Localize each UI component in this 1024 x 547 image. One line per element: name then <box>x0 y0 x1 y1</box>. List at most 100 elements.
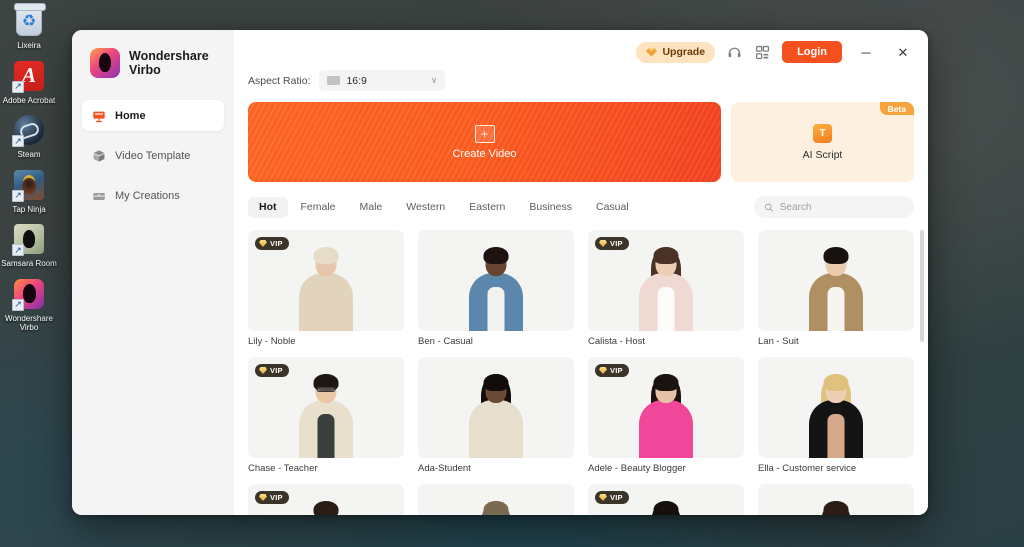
desktop-icon-steam[interactable]: ↗ Steam <box>1 113 57 160</box>
sidebar-item-label: Home <box>115 109 146 122</box>
sidebar: Wondershare Virbo Home Video Template My… <box>72 30 234 515</box>
vip-badge: VIP <box>255 491 289 504</box>
avatar-card[interactable] <box>418 484 574 515</box>
avatar-card[interactable]: VIP Calista - Host <box>588 230 744 347</box>
desktop-icon-label: Wondershare Virbo <box>5 313 53 333</box>
filter-tab-male[interactable]: Male <box>349 197 394 218</box>
desktop-icon-adobe-acrobat[interactable]: A ↗ Adobe Acrobat <box>1 59 57 106</box>
avatar-scrollbar-thumb[interactable] <box>920 230 924 342</box>
chevron-down-icon: ∨ <box>430 75 438 85</box>
vip-diamond-icon <box>259 240 267 247</box>
steam-icon: ↗ <box>12 113 46 147</box>
avatar-thumbnail[interactable] <box>418 230 574 331</box>
avatar-scrollbar[interactable] <box>920 230 924 515</box>
avatar-card[interactable]: VIP Lily - Noble <box>248 230 404 347</box>
avatar-thumbnail[interactable]: VIP <box>588 230 744 331</box>
avatar-figure-icon <box>294 499 358 515</box>
desktop-icon-lixeira[interactable]: Lixeira <box>1 3 57 51</box>
brand-name-line2: Virbo <box>129 63 161 77</box>
desktop-icon-tap-ninja[interactable]: ↗ Tap Ninja <box>1 168 57 215</box>
avatar-figure-icon <box>634 372 698 458</box>
avatar-figure-icon <box>634 499 698 515</box>
sidebar-item-my-creations[interactable]: My Creations <box>82 180 224 211</box>
avatar-card[interactable]: VIP Chase - Teacher <box>248 357 404 474</box>
filter-tab-business[interactable]: Business <box>518 197 583 218</box>
ai-script-button[interactable]: Beta T AI Script <box>731 102 914 182</box>
avatar-card[interactable]: Ben - Casual <box>418 230 574 347</box>
avatar-figure-icon <box>804 499 868 515</box>
virbo-app-window: Wondershare Virbo Home Video Template My… <box>72 30 928 515</box>
qr-grid-icon[interactable] <box>754 44 771 61</box>
shortcut-arrow-icon: ↗ <box>12 244 24 256</box>
samsara-room-icon: ↗ <box>12 222 46 256</box>
vip-badge: VIP <box>595 237 629 250</box>
avatar-grid: VIP Lily - Noble Ben - Casual VIP Calista - … <box>248 230 914 515</box>
main-content: Upgrade Login ─ ✕ Aspect Ratio: 16:9 ∨ +… <box>234 30 928 515</box>
filter-tab-casual[interactable]: Casual <box>585 197 640 218</box>
my-creations-icon <box>93 192 105 200</box>
vip-label: VIP <box>270 366 283 375</box>
avatar-thumbnail[interactable]: VIP <box>588 357 744 458</box>
create-video-button[interactable]: + Create Video <box>248 102 721 182</box>
filter-tab-western[interactable]: Western <box>395 197 456 218</box>
adobe-acrobat-icon: A ↗ <box>12 59 46 93</box>
home-icon <box>93 111 105 122</box>
desktop-icon-label: Tap Ninja <box>12 204 46 214</box>
desktop-icon-samsara-room[interactable]: ↗ Samsara Room <box>1 222 57 269</box>
vip-label: VIP <box>270 239 283 248</box>
desktop-icon-wondershare-virbo[interactable]: ↗ Wondershare Virbo <box>1 277 57 333</box>
avatar-label: Lan - Suit <box>758 336 799 347</box>
avatar-thumbnail[interactable]: VIP <box>248 484 404 515</box>
avatar-thumbnail[interactable]: VIP <box>248 230 404 331</box>
desktop-icon-label: Adobe Acrobat <box>2 95 56 105</box>
vip-badge: VIP <box>255 364 289 377</box>
aspect-ratio-select[interactable]: 16:9 ∨ <box>319 70 446 91</box>
filter-tab-female[interactable]: Female <box>290 197 347 218</box>
avatar-label: Chase - Teacher <box>248 463 318 474</box>
avatar-thumbnail[interactable] <box>418 484 574 515</box>
vip-diamond-icon <box>259 494 267 501</box>
login-button[interactable]: Login <box>782 41 842 63</box>
vip-badge: VIP <box>595 491 629 504</box>
avatar-thumbnail[interactable]: VIP <box>588 484 744 515</box>
avatar-gallery: VIP Lily - Noble Ben - Casual VIP Calista - … <box>234 218 928 515</box>
avatar-card[interactable]: VIP Adele - Beauty Blogger <box>588 357 744 474</box>
avatar-card[interactable]: Ella - Customer service <box>758 357 914 474</box>
avatar-thumbnail[interactable] <box>418 357 574 458</box>
search-input[interactable] <box>779 201 904 213</box>
text-icon: T <box>813 123 832 143</box>
shortcut-arrow-icon: ↗ <box>12 80 24 93</box>
vip-diamond-icon <box>259 367 267 374</box>
avatar-thumbnail[interactable]: VIP <box>248 357 404 458</box>
create-video-label: Create Video <box>452 147 517 160</box>
vip-label: VIP <box>270 493 283 502</box>
filter-tab-hot[interactable]: Hot <box>248 196 288 218</box>
avatar-card[interactable]: Ada-Student <box>418 357 574 474</box>
vip-diamond-icon <box>599 367 607 374</box>
filter-tab-eastern[interactable]: Eastern <box>458 197 516 218</box>
upgrade-label: Upgrade <box>662 46 706 58</box>
aspect-ratio-label: Aspect Ratio: <box>248 74 311 87</box>
sidebar-item-video-template[interactable]: Video Template <box>82 140 224 171</box>
search-box[interactable] <box>754 196 914 218</box>
sidebar-item-home[interactable]: Home <box>82 100 224 131</box>
headset-icon[interactable] <box>726 44 743 61</box>
minimize-button[interactable]: ─ <box>853 39 879 65</box>
aspect-ratio-shape-icon <box>327 76 341 85</box>
avatar-figure-icon <box>294 372 358 458</box>
ai-script-label: AI Script <box>802 148 843 161</box>
avatar-thumbnail[interactable] <box>758 230 914 331</box>
close-button[interactable]: ✕ <box>890 39 916 65</box>
avatar-thumbnail[interactable] <box>758 484 914 515</box>
vip-label: VIP <box>610 493 623 502</box>
avatar-card[interactable]: VIP <box>588 484 744 515</box>
avatar-card[interactable]: Lan - Suit <box>758 230 914 347</box>
upgrade-button[interactable]: Upgrade <box>636 41 716 63</box>
recycle-bin-icon <box>12 3 46 38</box>
desktop-icon-list: Lixeira A ↗ Adobe Acrobat ↗ Steam ↗ Tap … <box>0 3 58 333</box>
avatar-figure-icon <box>634 245 698 331</box>
avatar-figure-icon <box>804 372 868 458</box>
avatar-card[interactable] <box>758 484 914 515</box>
avatar-thumbnail[interactable] <box>758 357 914 458</box>
avatar-card[interactable]: VIP <box>248 484 404 515</box>
